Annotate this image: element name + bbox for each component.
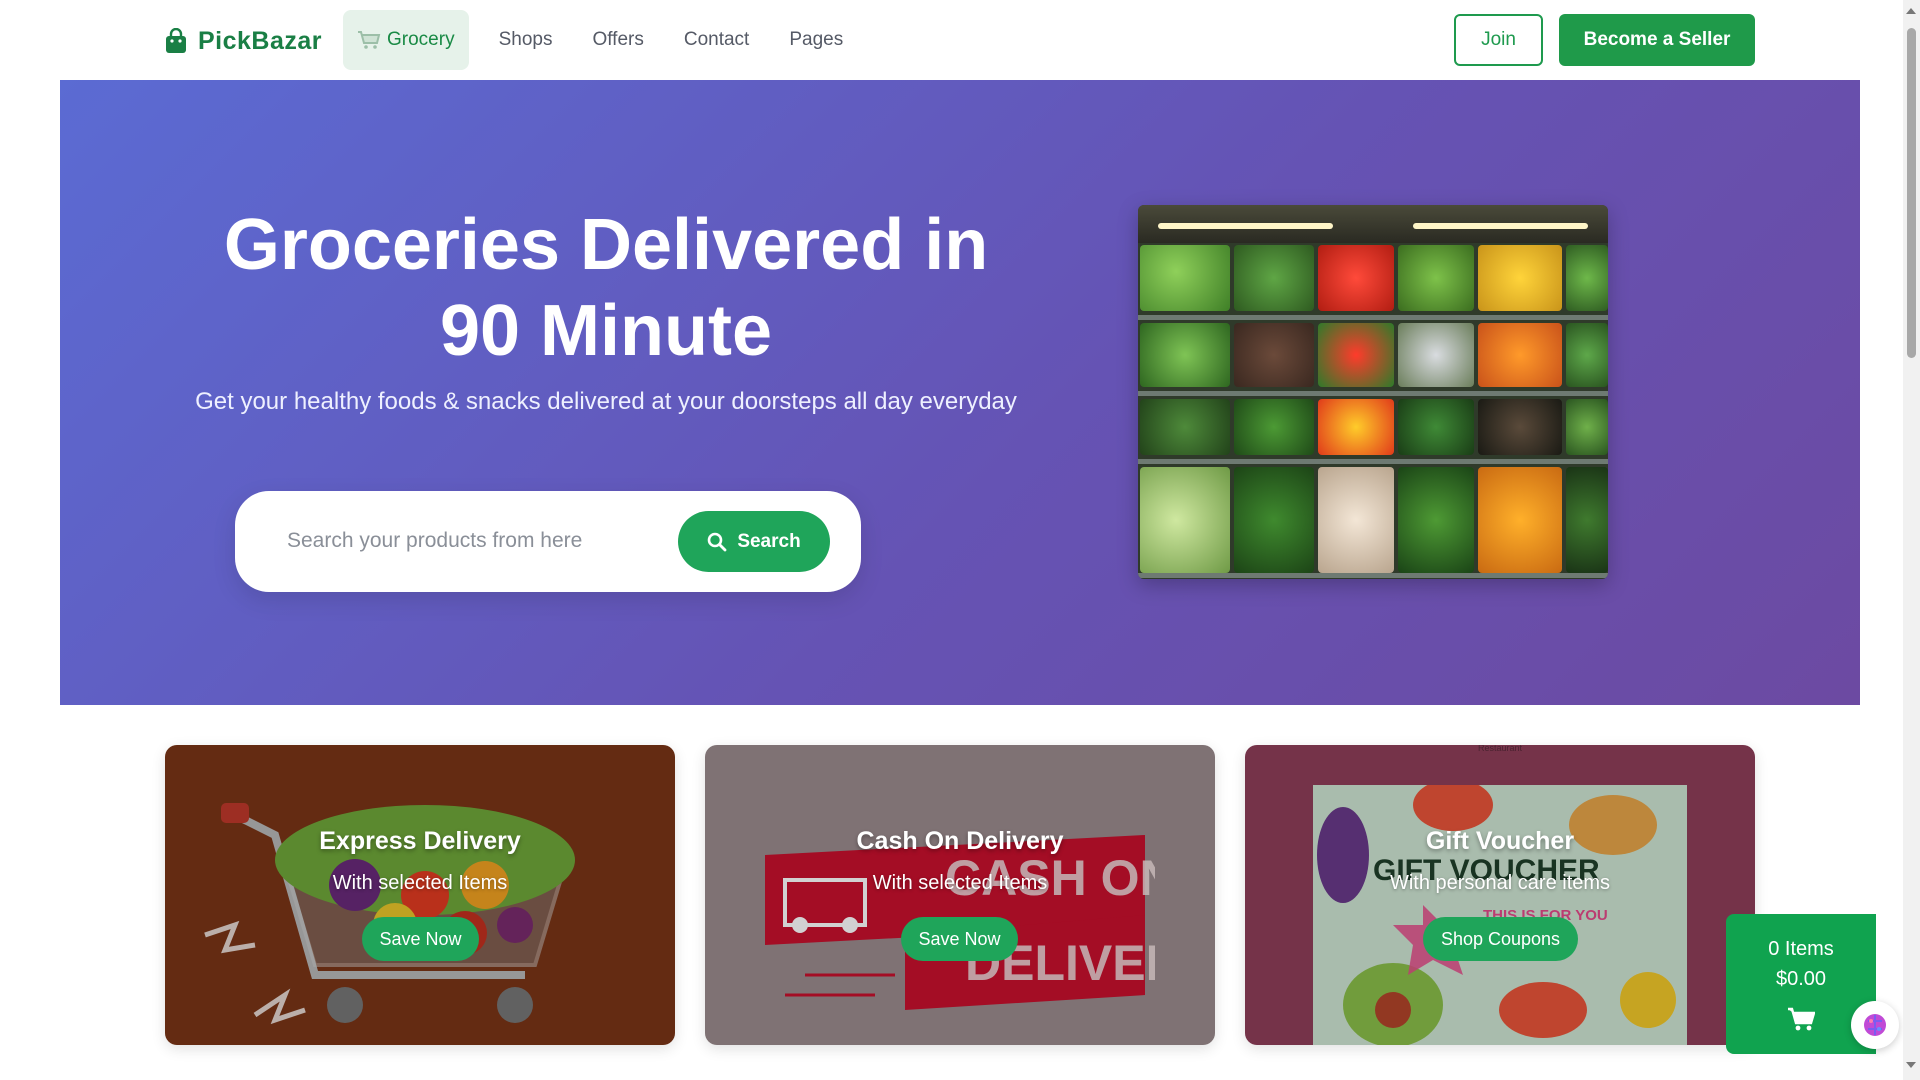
cabbage-crate <box>1140 467 1230 573</box>
search-button-label: Search <box>737 530 801 552</box>
lamp <box>1413 223 1588 229</box>
produce-shelf-image <box>1138 205 1608 579</box>
brain-icon <box>1864 1014 1886 1036</box>
promo-card-cod[interactable]: CASH ON DELIVERY Cash On Delivery With s… <box>705 745 1215 1045</box>
greens-crate <box>1140 399 1230 455</box>
broccoli-crate <box>1234 467 1314 573</box>
garlic-crate <box>1318 467 1394 573</box>
nav-item-label: Shops <box>498 29 553 50</box>
promo-title: Cash On Delivery <box>856 827 1064 855</box>
cart-icon <box>1788 1007 1815 1031</box>
mixed-pepper-crate <box>1318 399 1394 455</box>
card-overlay <box>165 745 675 1045</box>
become-seller-button[interactable]: Become a Seller <box>1559 14 1755 66</box>
shelf <box>1138 459 1608 464</box>
promo-title: Express Delivery <box>319 827 521 855</box>
nav-item-label: Offers <box>592 29 644 50</box>
page-scrollbar[interactable] <box>1903 0 1920 1080</box>
cart-items-count: 0 Items <box>1768 938 1834 960</box>
orange-pepper-crate <box>1478 323 1562 387</box>
search-input[interactable] <box>287 521 617 561</box>
search-bar: Search <box>235 491 861 592</box>
cucumber-crate <box>1398 467 1474 573</box>
nav-item-label: Grocery <box>387 29 455 50</box>
hero-title: Groceries Delivered in 90 Minute <box>156 202 1056 374</box>
nav-item-grocery[interactable]: Grocery <box>343 10 469 70</box>
shop-coupons-button[interactable]: Shop Coupons <box>1423 917 1578 961</box>
assistant-bubble[interactable] <box>1851 1001 1899 1049</box>
squash-crate <box>1478 467 1562 573</box>
shelf-light <box>1138 205 1608 243</box>
nav-item-shops[interactable]: Shops <box>479 10 573 70</box>
main-nav: Grocery Shops Offers Contact Pages <box>343 10 863 70</box>
eggplant-crate <box>1398 323 1474 387</box>
nav-item-contact[interactable]: Contact <box>664 10 769 70</box>
lamp <box>1158 223 1333 229</box>
top-header: PickBazar Grocery Shops Offers Contact P… <box>60 0 1860 80</box>
herb-crate <box>1566 467 1608 573</box>
promo-subtitle: With personal care items <box>1389 872 1611 894</box>
hero-banner: Groceries Delivered in 90 Minute Get you… <box>60 80 1860 705</box>
lettuce-crate <box>1140 323 1230 387</box>
pepper-crate <box>1318 323 1394 387</box>
scroll-thumb[interactable] <box>1907 28 1916 358</box>
cucumber-crate <box>1398 245 1474 311</box>
hero-title-line: Groceries Delivered in <box>223 205 989 285</box>
nav-item-label: Contact <box>683 29 750 50</box>
search-icon <box>708 532 727 551</box>
nav-item-label: Pages <box>789 29 844 50</box>
eggplant-crate <box>1478 399 1562 455</box>
save-now-button[interactable]: Save Now <box>901 917 1018 961</box>
herb-crate <box>1566 323 1608 387</box>
promo-card-express[interactable]: Express Delivery With selected Items Sav… <box>165 745 675 1045</box>
join-button[interactable]: Join <box>1454 14 1543 66</box>
radicchio-crate <box>1234 323 1314 387</box>
broccoli-crate <box>1234 399 1314 455</box>
herb-crate <box>1566 245 1608 311</box>
card-overlay <box>1245 745 1755 1045</box>
brand-logo[interactable]: PickBazar <box>164 24 322 58</box>
promo-title: Gift Voucher <box>1425 827 1575 855</box>
nav-item-pages[interactable]: Pages <box>769 10 863 70</box>
herb-crate <box>1566 399 1608 455</box>
shelf <box>1138 315 1608 320</box>
scroll-down-arrow[interactable] <box>1906 1062 1916 1068</box>
promo-subtitle: With selected Items <box>872 872 1048 894</box>
scroll-up-arrow[interactable] <box>1906 8 1916 14</box>
zucchini-crate <box>1398 399 1474 455</box>
promo-subtitle: With selected Items <box>332 872 508 894</box>
promo-card-gift[interactable]: Restaurant GIFT VOUCHER THIS IS FOR YOU … <box>1245 745 1755 1045</box>
search-button[interactable]: Search <box>678 511 830 572</box>
nav-item-offers[interactable]: Offers <box>572 10 663 70</box>
shopping-bag-icon <box>166 28 186 53</box>
save-now-button[interactable]: Save Now <box>362 917 479 961</box>
card-overlay <box>705 745 1215 1045</box>
greens-crate <box>1234 245 1314 311</box>
brand-name: PickBazar <box>198 26 323 55</box>
hero-subtitle: Get your healthy foods & snacks delivere… <box>195 388 1017 415</box>
shelf <box>1138 391 1608 396</box>
hero-title-line: 90 Minute <box>439 291 773 371</box>
shelf <box>1138 573 1608 578</box>
yellow-pepper-crate <box>1478 245 1562 311</box>
cart-icon <box>358 31 381 49</box>
lettuce-crate <box>1140 245 1230 311</box>
cart-total: $0.00 <box>1775 968 1827 990</box>
red-pepper-crate <box>1318 245 1394 311</box>
